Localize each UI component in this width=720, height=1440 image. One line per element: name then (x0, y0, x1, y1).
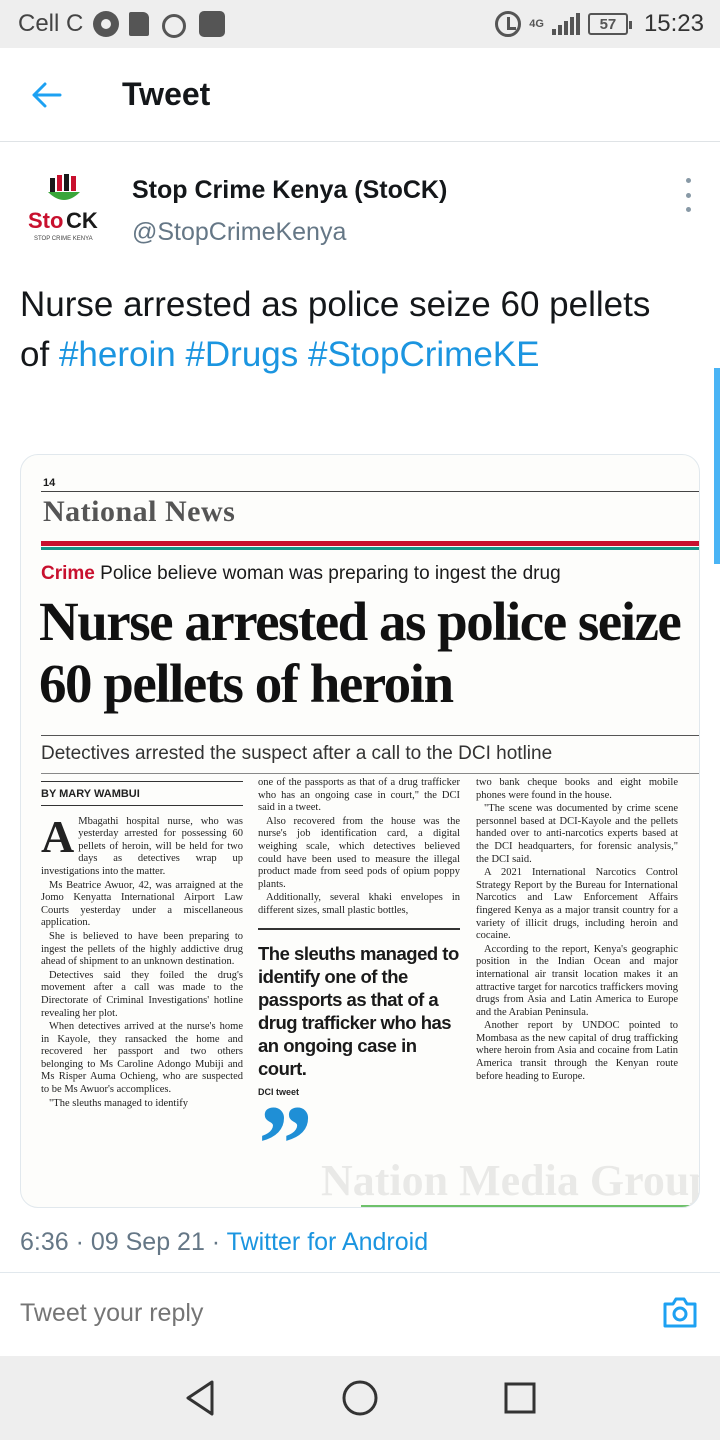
camera-icon (663, 1297, 697, 1328)
reply-bar (0, 1272, 720, 1356)
battery-level: 57 (599, 15, 617, 33)
divider (41, 735, 699, 736)
divider (41, 773, 699, 774)
svg-text:STOP CRIME KENYA: STOP CRIME KENYA (34, 236, 93, 242)
arrow-left-icon (32, 82, 62, 107)
more-dot-icon (685, 192, 691, 198)
page-number: 14 (43, 477, 56, 489)
network-type: 4G (529, 17, 544, 30)
tweet-timestamp: 6:36 · 09 Sep 21 · (20, 1228, 227, 1256)
status-bar: Cell C 4G 57 15:23 (0, 0, 720, 48)
hashtag-drugs[interactable]: #Drugs (185, 335, 298, 374)
top-app-bar: Tweet (0, 48, 720, 142)
divider (41, 547, 699, 550)
newspaper-clipping: 14 National News Crime Police believe wo… (21, 455, 700, 1207)
paragraph: "The sleuths managed to identify (49, 1097, 189, 1109)
more-options-button[interactable] (680, 178, 696, 212)
more-dot-icon (685, 207, 691, 212)
nav-recents-button[interactable] (490, 1368, 550, 1428)
paragraph: Detectives said they foiled the drug's m… (41, 969, 243, 1019)
author-name[interactable]: Stop Crime Kenya (StoCK) (132, 176, 447, 205)
section-title: National News (43, 495, 236, 528)
paragraph: She is believed to have been preparing t… (41, 930, 243, 968)
triangle-back-icon (186, 1380, 214, 1416)
more-dot-icon (685, 178, 691, 183)
paragraph: Also recovered from the house was the nu… (258, 815, 460, 890)
standfirst: Detectives arrested the suspect after a … (41, 743, 553, 764)
paragraph: Additionally, several khaki envelopes in… (258, 892, 460, 916)
byline: BY MARY WAMBUI (41, 781, 243, 806)
reply-input[interactable] (20, 1299, 580, 1328)
avatar[interactable]: Sto CK STOP CRIME KENYA (20, 172, 110, 252)
paragraph: Another report by UNDOC pointed to Momba… (476, 1020, 678, 1082)
divider (41, 491, 699, 492)
svg-text:CK: CK (66, 208, 98, 233)
tweet-meta: 6:36 · 09 Sep 21 · Twitter for Android (20, 1228, 428, 1257)
paragraph: According to the report, Kenya's geograp… (476, 943, 678, 1018)
paragraph: A 2021 International Narcotics Control S… (476, 867, 678, 942)
tweet-source-link[interactable]: Twitter for Android (227, 1228, 428, 1256)
pull-quote: The sleuths managed to identify one of t… (258, 927, 460, 1199)
paragraph: two bank cheque books and eight mobile p… (476, 777, 678, 801)
system-nav-bar (0, 1356, 720, 1440)
author-handle[interactable]: @StopCrimeKenya (132, 218, 346, 247)
square-recents-icon (504, 1382, 536, 1414)
back-button[interactable] (20, 68, 74, 122)
nav-home-button[interactable] (330, 1368, 390, 1428)
tweet-media-image[interactable]: 14 National News Crime Police believe wo… (20, 454, 700, 1208)
svg-text:Sto: Sto (28, 208, 63, 233)
article-column-3: two bank cheque books and eight mobile p… (476, 777, 678, 1084)
notification-app-icon (199, 11, 226, 37)
camera-button[interactable] (662, 1295, 698, 1329)
kicker-text: Police believe woman was preparing to in… (100, 563, 561, 584)
article-column-1: BY MARY WAMBUI A Mbagathi hospital nurse,… (41, 777, 243, 1111)
tweet-text: Nurse arrested as police seize 60 pellet… (20, 280, 680, 380)
article-column-2: one of the passports as that of a drug t… (258, 777, 460, 1199)
dropcap: A (41, 810, 75, 862)
scroll-indicator[interactable] (714, 368, 720, 564)
circle-home-icon (342, 1380, 378, 1416)
paragraph: "The scene was documented by crime scene… (476, 803, 678, 865)
signal-icon (551, 13, 580, 35)
paragraph: one of the passports as that of a drug t… (258, 777, 460, 814)
kicker: Crime Police believe woman was preparing… (41, 563, 561, 585)
hashtag-stopcrimeke[interactable]: #StopCrimeKE (308, 335, 539, 374)
carrier-label: Cell C (18, 10, 84, 37)
tweet-author-row: Sto CK STOP CRIME KENYA Stop Crime Kenya… (20, 168, 710, 258)
paragraph: When detectives arrived at the nurse's h… (41, 1021, 243, 1096)
article-headline: Nurse arrested as police seize 60 pellet… (39, 591, 682, 714)
stock-logo-icon: Sto CK STOP CRIME KENYA (28, 174, 98, 242)
nav-back-button[interactable] (170, 1368, 230, 1428)
paragraph: Ms Beatrice Awuor, 42, was arraigned at … (41, 879, 243, 929)
paragraph: A Mbagathi hospital nurse, who was yester… (41, 810, 243, 877)
sd-card-icon (129, 12, 150, 36)
chrome-icon (93, 11, 120, 37)
kicker-label: Crime (41, 563, 95, 584)
pull-quote-text: The sleuths managed to identify one of t… (258, 942, 459, 1079)
page-title: Tweet (122, 76, 211, 112)
cast-icon (159, 12, 189, 38)
divider (41, 541, 699, 546)
divider (361, 1205, 699, 1207)
hashtag-heroin[interactable]: #heroin (59, 335, 176, 374)
watermark: Nation Media Group (321, 1156, 700, 1205)
clock: 15:23 (643, 10, 704, 37)
alarm-icon (495, 11, 522, 37)
battery-icon: 57 (587, 13, 632, 35)
